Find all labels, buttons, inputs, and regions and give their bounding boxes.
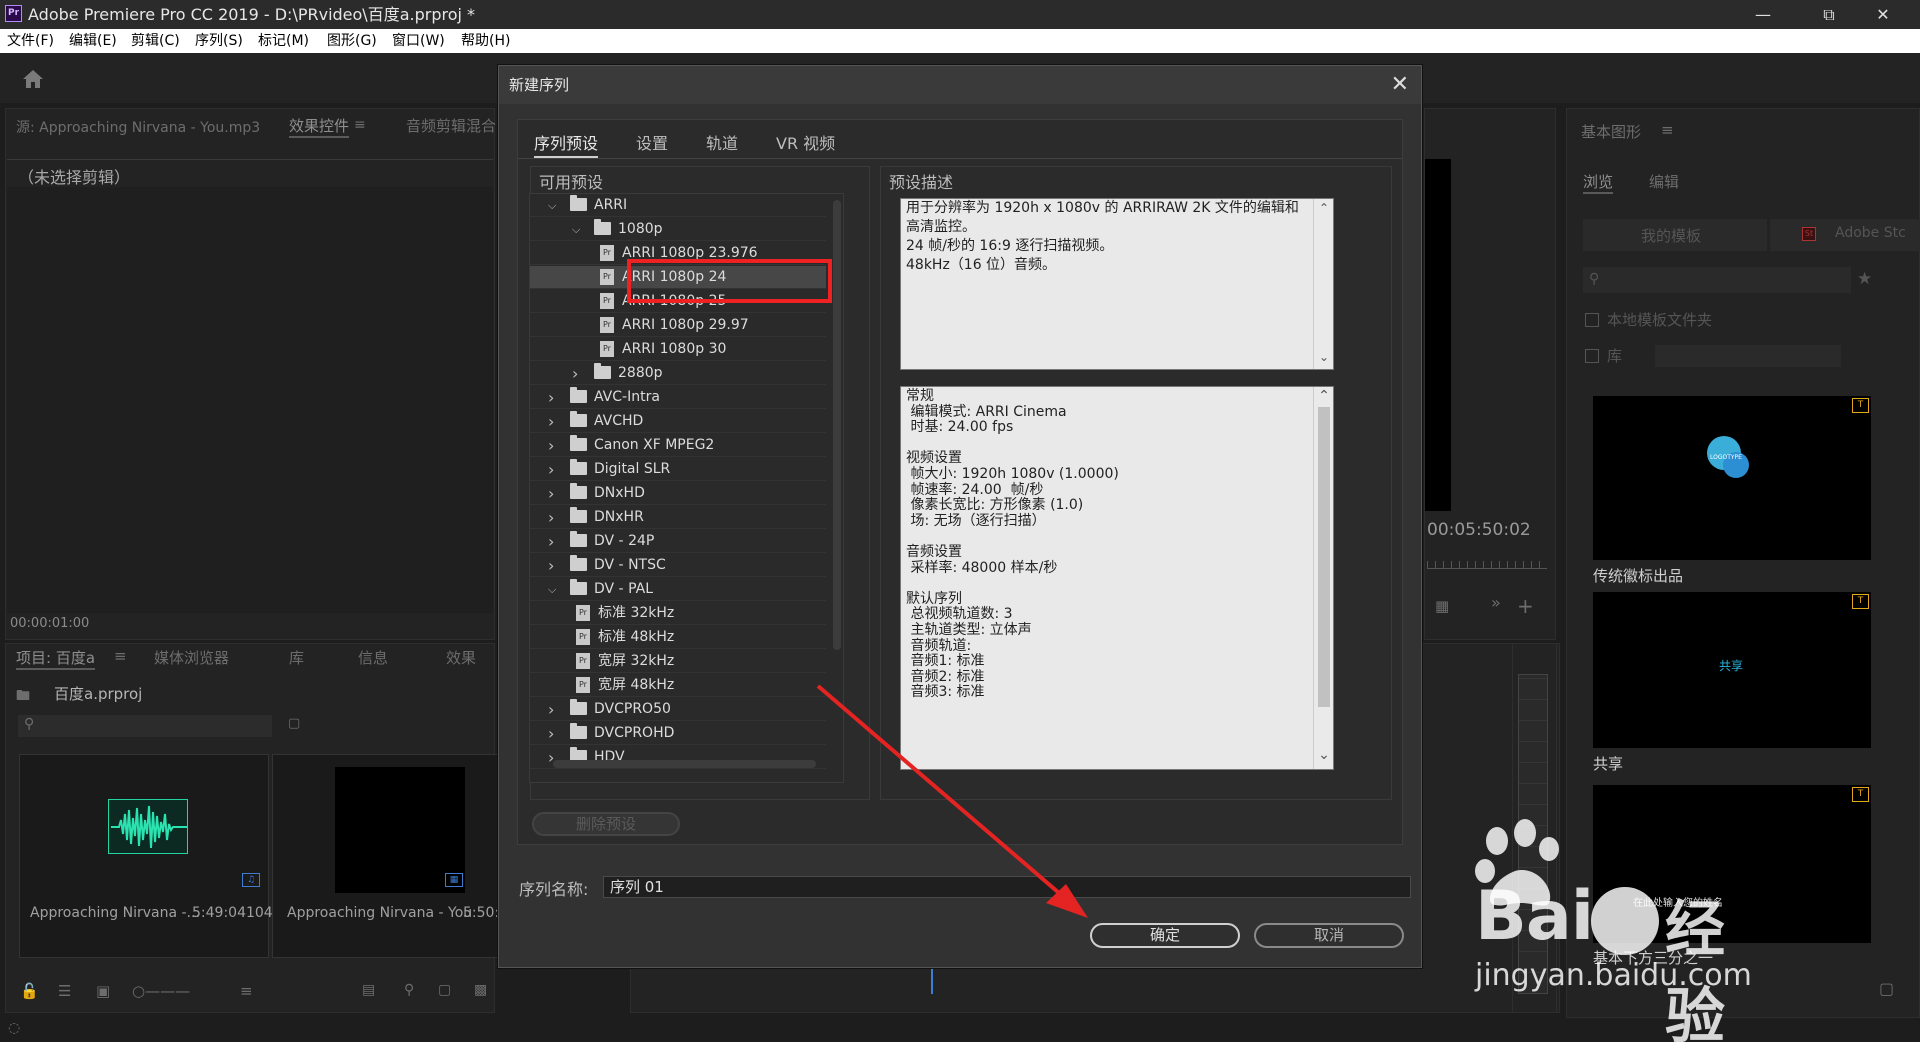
watermark-url: jingyan.baidu.com [1475, 958, 1752, 993]
tree-vertical-scrollbar[interactable] [833, 200, 841, 650]
arrow-annotation [816, 684, 1088, 918]
paw-dot [1591, 887, 1659, 955]
tree-horizontal-scrollbar[interactable] [553, 760, 816, 768]
watermark-brand: Bai [1475, 877, 1594, 956]
